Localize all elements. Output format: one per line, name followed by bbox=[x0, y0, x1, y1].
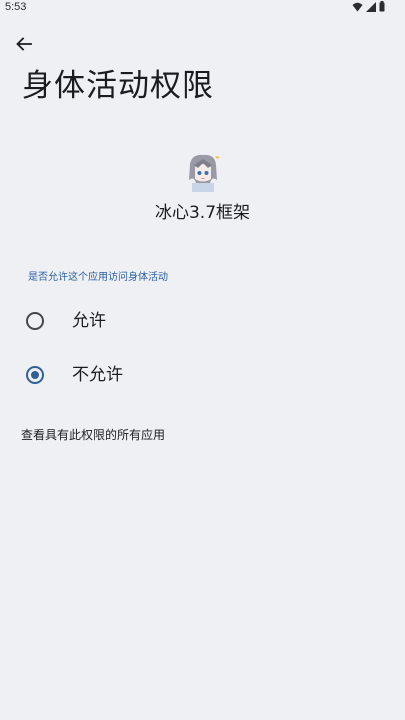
deny-label: 不允许 bbox=[72, 365, 123, 385]
allow-radio-button[interactable] bbox=[26, 312, 44, 330]
status-bar: 5:53 bbox=[0, 0, 405, 16]
app-header: 冰心3.7框架 bbox=[0, 150, 405, 224]
arrow-back-icon bbox=[16, 37, 32, 51]
status-time: 5:53 bbox=[5, 1, 27, 13]
battery-icon bbox=[379, 1, 385, 12]
option-deny[interactable]: 不允许 bbox=[0, 348, 405, 402]
signal-icon bbox=[366, 1, 376, 12]
deny-radio-button[interactable] bbox=[26, 366, 44, 384]
see-all-apps-link[interactable]: 查看具有此权限的所有应用 bbox=[21, 427, 165, 443]
wifi-icon bbox=[352, 2, 363, 11]
app-name: 冰心3.7框架 bbox=[154, 203, 251, 223]
back-button[interactable] bbox=[10, 30, 38, 58]
page-title: 身体活动权限 bbox=[22, 68, 214, 104]
app-avatar-icon bbox=[181, 150, 224, 192]
allow-label: 允许 bbox=[72, 311, 106, 331]
permission-question: 是否允许这个应用访问身体活动 bbox=[28, 272, 168, 283]
status-icons bbox=[352, 1, 385, 12]
option-allow[interactable]: 允许 bbox=[0, 294, 405, 348]
